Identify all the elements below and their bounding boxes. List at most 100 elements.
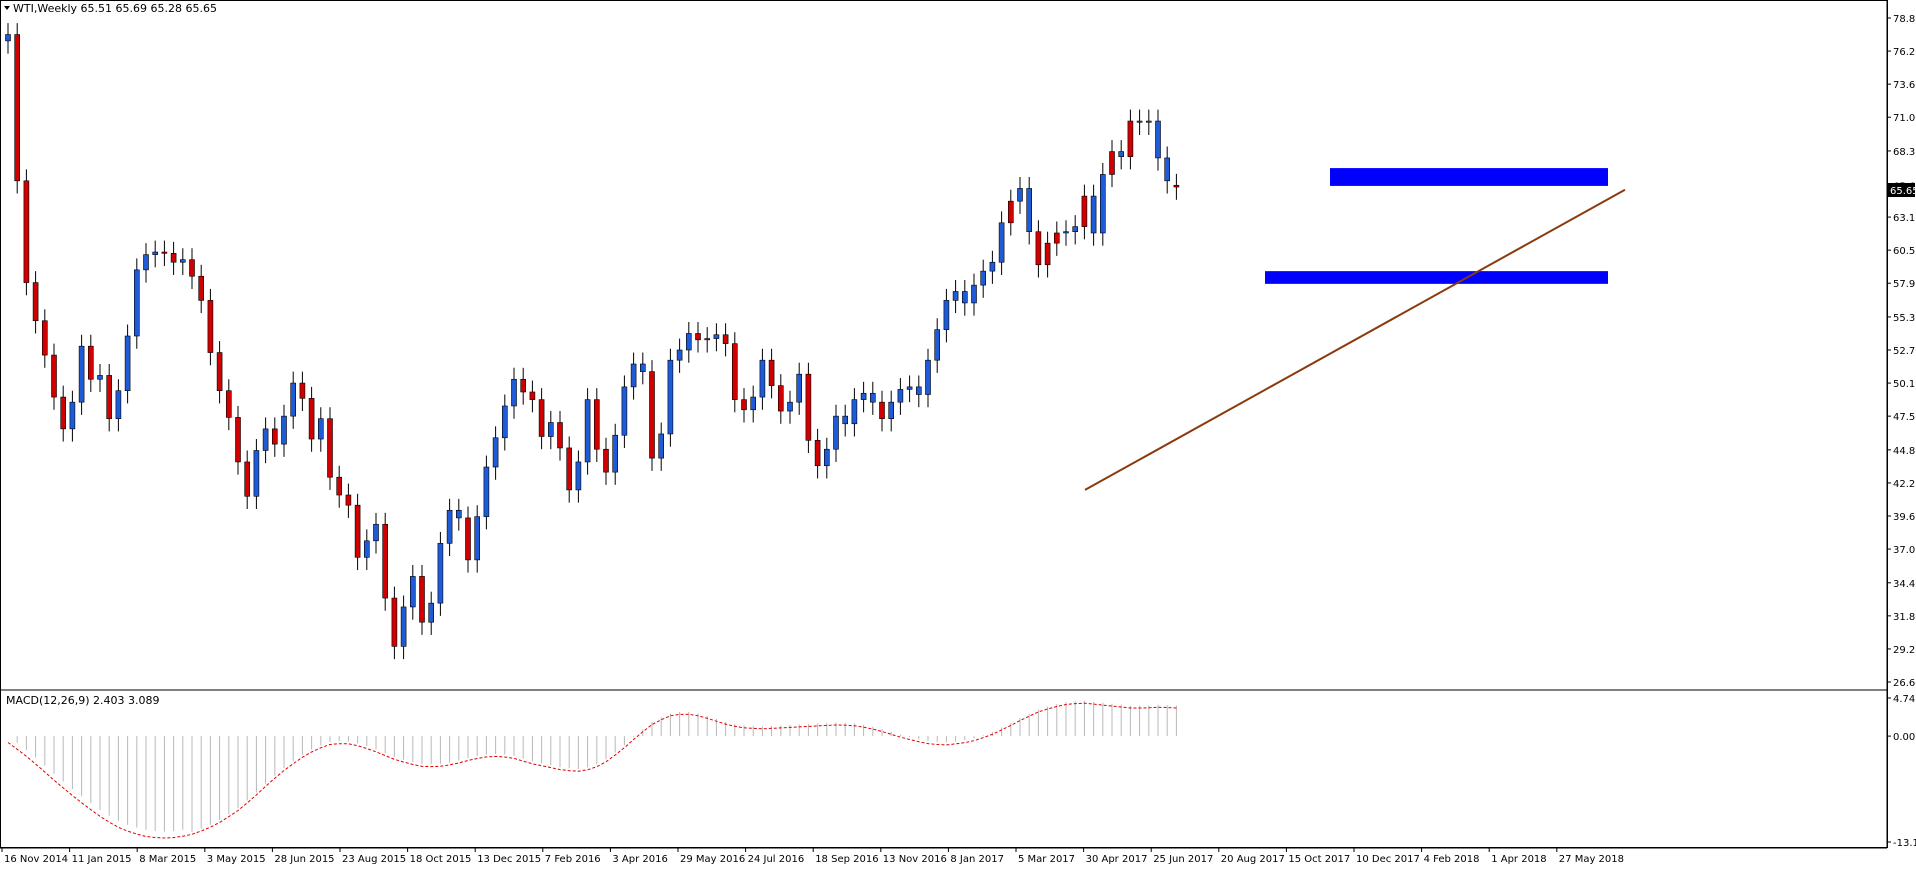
x-tick-label: 27 May 2018 [1559, 854, 1624, 865]
x-tick-label: 5 Mar 2017 [1018, 854, 1075, 865]
bear-candle [529, 391, 536, 400]
bear-candle [308, 398, 315, 440]
bull-candle [78, 345, 85, 403]
bear-candle [1109, 151, 1115, 175]
bull-candle [1118, 151, 1124, 157]
bull-candle [1155, 120, 1161, 159]
x-tick-label: 8 Jan 2017 [950, 854, 1004, 865]
bull-candle [492, 437, 499, 468]
bull-candle [842, 415, 849, 425]
bull-candle [547, 422, 554, 437]
bull-candle [253, 450, 260, 497]
x-tick-label: 1 Apr 2018 [1491, 854, 1546, 865]
bear-candle [226, 390, 232, 418]
x-tick-label: 15 Oct 2017 [1288, 854, 1350, 865]
bear-candle [695, 333, 701, 341]
x-tick-label: 23 Aug 2015 [342, 854, 406, 865]
bull-candle [511, 378, 517, 407]
y-tick-label: 76.20 [1893, 47, 1916, 58]
bear-candle [32, 282, 39, 322]
bull-candle [943, 300, 950, 330]
bull-candle [400, 606, 407, 647]
bull-candle [69, 401, 76, 430]
bear-candle [1127, 120, 1134, 157]
bull-candle [851, 399, 858, 425]
chart-root: 78.80 76.20 73.60 71.00 68.35 65.65 63.15 60.55… [0, 0, 1916, 866]
bull-candle [143, 254, 149, 271]
bear-candle [1044, 242, 1051, 266]
bull-candle [989, 261, 996, 272]
bull-candle [152, 251, 158, 255]
x-tick-label: 18 Oct 2015 [410, 854, 472, 865]
bull-candle [501, 405, 508, 439]
bear-candle [271, 428, 278, 445]
bear-candle [538, 399, 545, 437]
bear-candle [189, 259, 195, 277]
bear-candle [216, 352, 223, 392]
bull-candle [676, 349, 683, 361]
x-tick-label: 25 Jun 2017 [1153, 854, 1213, 865]
bull-candle [446, 509, 453, 544]
bear-candle [244, 461, 250, 497]
x-tick-label: 29 May 2016 [680, 854, 745, 865]
x-tick-label: 10 Dec 2017 [1356, 854, 1420, 865]
y-tick-label: 42.25 [1893, 479, 1916, 490]
bull-candle [575, 461, 582, 491]
bull-candle [281, 415, 287, 445]
bull-candle [971, 284, 977, 304]
bull-candle [704, 338, 711, 341]
bull-candle [934, 329, 941, 361]
y-tick-label: 37.05 [1893, 545, 1916, 556]
bull-candle [787, 401, 793, 412]
bear-candle [51, 354, 57, 398]
bull-candle [455, 509, 462, 519]
bear-candle [1035, 231, 1042, 266]
y-tick-label: 78.80 [1893, 14, 1916, 25]
y-tick-label: 73.60 [1893, 80, 1916, 91]
bull-candle [961, 291, 968, 304]
bear-candle [566, 447, 573, 491]
bull-candle [474, 516, 481, 561]
bull-candle [134, 269, 140, 337]
bear-candle [1007, 200, 1014, 224]
x-tick-label: 8 Mar 2015 [139, 854, 196, 865]
bull-candle [860, 392, 867, 400]
chart-background [0, 0, 1916, 866]
y-tick-label: 39.65 [1893, 512, 1916, 523]
x-tick-label: 11 Jan 2015 [72, 854, 132, 865]
bear-candle [207, 300, 214, 353]
y-tick-label: 50.10 [1893, 379, 1916, 390]
x-tick-label: 4 Feb 2018 [1424, 854, 1480, 865]
bull-candle [483, 466, 490, 517]
bear-candle [336, 476, 343, 496]
bear-candle [768, 359, 775, 386]
macd-tick-label: 4.741 [1893, 694, 1916, 705]
bull-candle [124, 335, 131, 392]
current-price-label: 65.65 [1890, 186, 1916, 197]
bull-candle [1090, 195, 1097, 234]
bear-candle [345, 494, 352, 506]
x-tick-label: 30 Apr 2017 [1086, 854, 1148, 865]
bear-candle [419, 576, 425, 623]
y-tick-label: 71.00 [1893, 113, 1916, 124]
bear-candle [382, 523, 389, 599]
y-tick-label: 47.50 [1893, 412, 1916, 423]
bull-candle [409, 576, 416, 608]
bear-candle [106, 375, 112, 419]
chart-svg: 78.80 76.20 73.60 71.00 68.35 65.65 63.15 60.55… [0, 0, 1916, 866]
bear-candle [557, 422, 563, 449]
y-tick-label: 44.85 [1893, 446, 1916, 457]
bull-candle [115, 390, 122, 419]
bull-candle [262, 428, 269, 451]
bull-candle [906, 386, 913, 390]
bull-candle [437, 543, 444, 604]
bull-candle [1026, 188, 1032, 233]
bull-candle [630, 363, 637, 388]
y-tick-label: 29.20 [1893, 645, 1916, 656]
bull-candle [97, 375, 103, 380]
macd-tick-label: 0.00 [1893, 732, 1915, 743]
bull-candle [317, 418, 324, 440]
support-zone [1330, 168, 1608, 186]
bear-candle [23, 180, 30, 283]
bull-candle [952, 291, 959, 301]
